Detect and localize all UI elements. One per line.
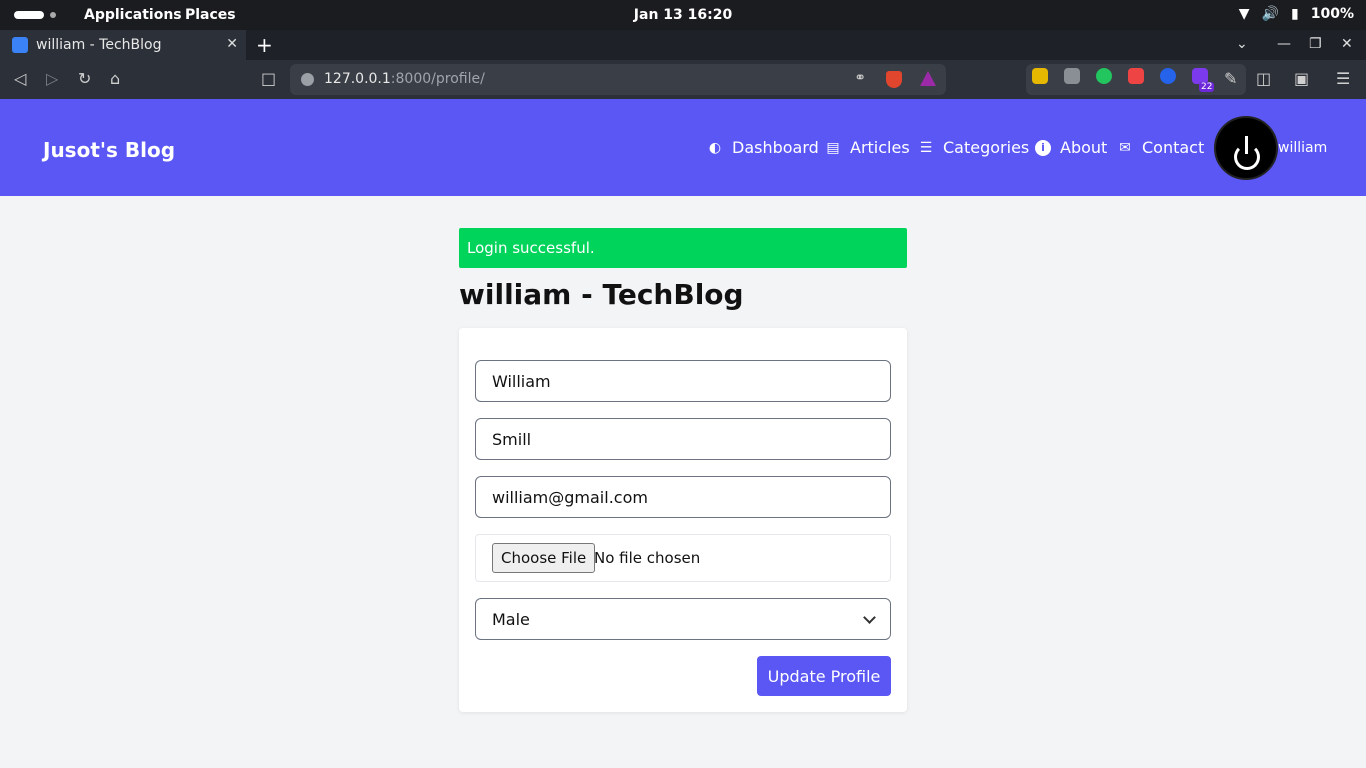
system-top-bar: Applications Places Jan 13 16:20 ▼ 🔊 ▮ 1… <box>0 0 1366 30</box>
nav-dashboard[interactable]: ◐ Dashboard <box>707 138 819 157</box>
favicon-icon <box>12 37 28 53</box>
bookmark-icon[interactable]: □ <box>261 70 276 88</box>
avatar[interactable] <box>1214 116 1278 180</box>
home-icon[interactable]: ⌂ <box>110 70 120 88</box>
close-window-icon[interactable]: ✕ <box>1341 36 1353 52</box>
profile-form-card: William Smill william@gmail.com Choose F… <box>459 328 907 712</box>
address-bar[interactable]: 127.0.0.1:8000/profile/ ⚭ <box>290 64 946 95</box>
page-title: william - TechBlog <box>459 278 744 311</box>
success-alert: Login successful. <box>459 228 907 268</box>
chevron-down-icon <box>863 611 876 624</box>
username-link[interactable]: william <box>1278 140 1327 156</box>
nav-categories-label: Categories <box>943 138 1030 157</box>
choose-file-button[interactable]: Choose File <box>492 543 596 573</box>
new-tab-icon[interactable]: + <box>256 33 273 57</box>
file-status: No file chosen <box>594 549 701 567</box>
nav-categories[interactable]: ☰ Categories <box>918 138 1030 157</box>
nav-contact-label: Contact <box>1142 138 1205 157</box>
extensions-puzzle-icon[interactable]: ✎ <box>1224 70 1237 88</box>
gender-select[interactable]: Male <box>475 598 891 640</box>
browser-toolbar: ◁ ▷ ↻ ⌂ □ 127.0.0.1:8000/profile/ ⚭ 22 ✎… <box>0 60 1366 99</box>
places-menu[interactable]: Places <box>185 7 236 23</box>
extension-terminal-icon[interactable] <box>1032 68 1048 84</box>
first-name-field[interactable]: William <box>475 360 891 402</box>
nav-dashboard-label: Dashboard <box>732 138 819 157</box>
site-brand[interactable]: Jusot's Blog <box>43 138 175 162</box>
nav-contact[interactable]: ✉ Contact <box>1117 138 1204 157</box>
power-line <box>1245 136 1248 154</box>
minimize-icon[interactable]: — <box>1277 36 1291 52</box>
file-input: Choose File No file chosen <box>475 534 891 582</box>
browser-tab-strip: william - TechBlog ✕ + ⌄ — ❐ ✕ <box>0 30 1366 60</box>
extension-badge: 22 <box>1199 82 1215 92</box>
extension-check-icon[interactable] <box>1096 68 1112 84</box>
url-host: 127.0.0.1 <box>324 71 391 87</box>
newspaper-icon: ▤ <box>826 139 840 156</box>
menu-icon[interactable]: ☰ <box>1336 70 1350 88</box>
extension-fox-icon[interactable] <box>1128 68 1144 84</box>
dashboard-icon: ◐ <box>708 139 722 156</box>
tab-list-icon[interactable]: ⌄ <box>1236 36 1248 52</box>
extension-ws-icon[interactable] <box>1160 68 1176 84</box>
tab-title: william - TechBlog <box>36 37 162 53</box>
extension-camera-icon[interactable] <box>1064 68 1080 84</box>
volume-icon: 🔊 <box>1261 6 1280 22</box>
back-icon[interactable]: ◁ <box>14 70 26 88</box>
url-path: :8000/profile/ <box>390 71 485 87</box>
nav-articles-label: Articles <box>850 138 910 157</box>
list-icon: ☰ <box>919 139 933 156</box>
sidebar-icon[interactable]: ◫ <box>1256 70 1271 88</box>
site-header: Jusot's Blog ◐ Dashboard ▤ Articles ☰ Ca… <box>0 99 1366 196</box>
reload-icon[interactable]: ↻ <box>78 70 91 88</box>
last-name-field[interactable]: Smill <box>475 418 891 460</box>
site-info-icon[interactable] <box>301 73 314 86</box>
system-tray[interactable]: ▼ 🔊 ▮ 100% <box>1239 6 1354 22</box>
update-profile-button[interactable]: Update Profile <box>757 656 891 696</box>
browser-tab[interactable]: william - TechBlog ✕ <box>0 30 246 60</box>
close-tab-icon[interactable]: ✕ <box>226 36 238 52</box>
workspace-indicator[interactable] <box>14 11 44 19</box>
applications-menu[interactable]: Applications <box>84 7 182 23</box>
url-text[interactable]: 127.0.0.1:8000/profile/ <box>324 71 485 87</box>
nav-about[interactable]: i About <box>1035 138 1107 157</box>
restore-icon[interactable]: ❐ <box>1309 36 1322 52</box>
battery-icon: ▮ <box>1291 6 1299 22</box>
wifi-icon: ▼ <box>1238 6 1250 22</box>
wallet-icon[interactable]: ▣ <box>1294 70 1309 88</box>
envelope-icon: ✉ <box>1119 139 1131 156</box>
nav-about-label: About <box>1060 138 1108 157</box>
brave-rewards-icon[interactable] <box>920 71 936 86</box>
email-field[interactable]: william@gmail.com <box>475 476 891 518</box>
workspace-dot[interactable] <box>50 12 56 18</box>
nav-articles[interactable]: ▤ Articles <box>825 138 910 157</box>
battery-level: 100% <box>1310 6 1354 22</box>
share-icon[interactable]: ⚭ <box>854 70 866 86</box>
gender-value: Male <box>492 610 530 629</box>
brave-shields-icon[interactable] <box>886 71 902 88</box>
forward-icon[interactable]: ▷ <box>46 70 58 88</box>
info-icon: i <box>1035 139 1051 156</box>
